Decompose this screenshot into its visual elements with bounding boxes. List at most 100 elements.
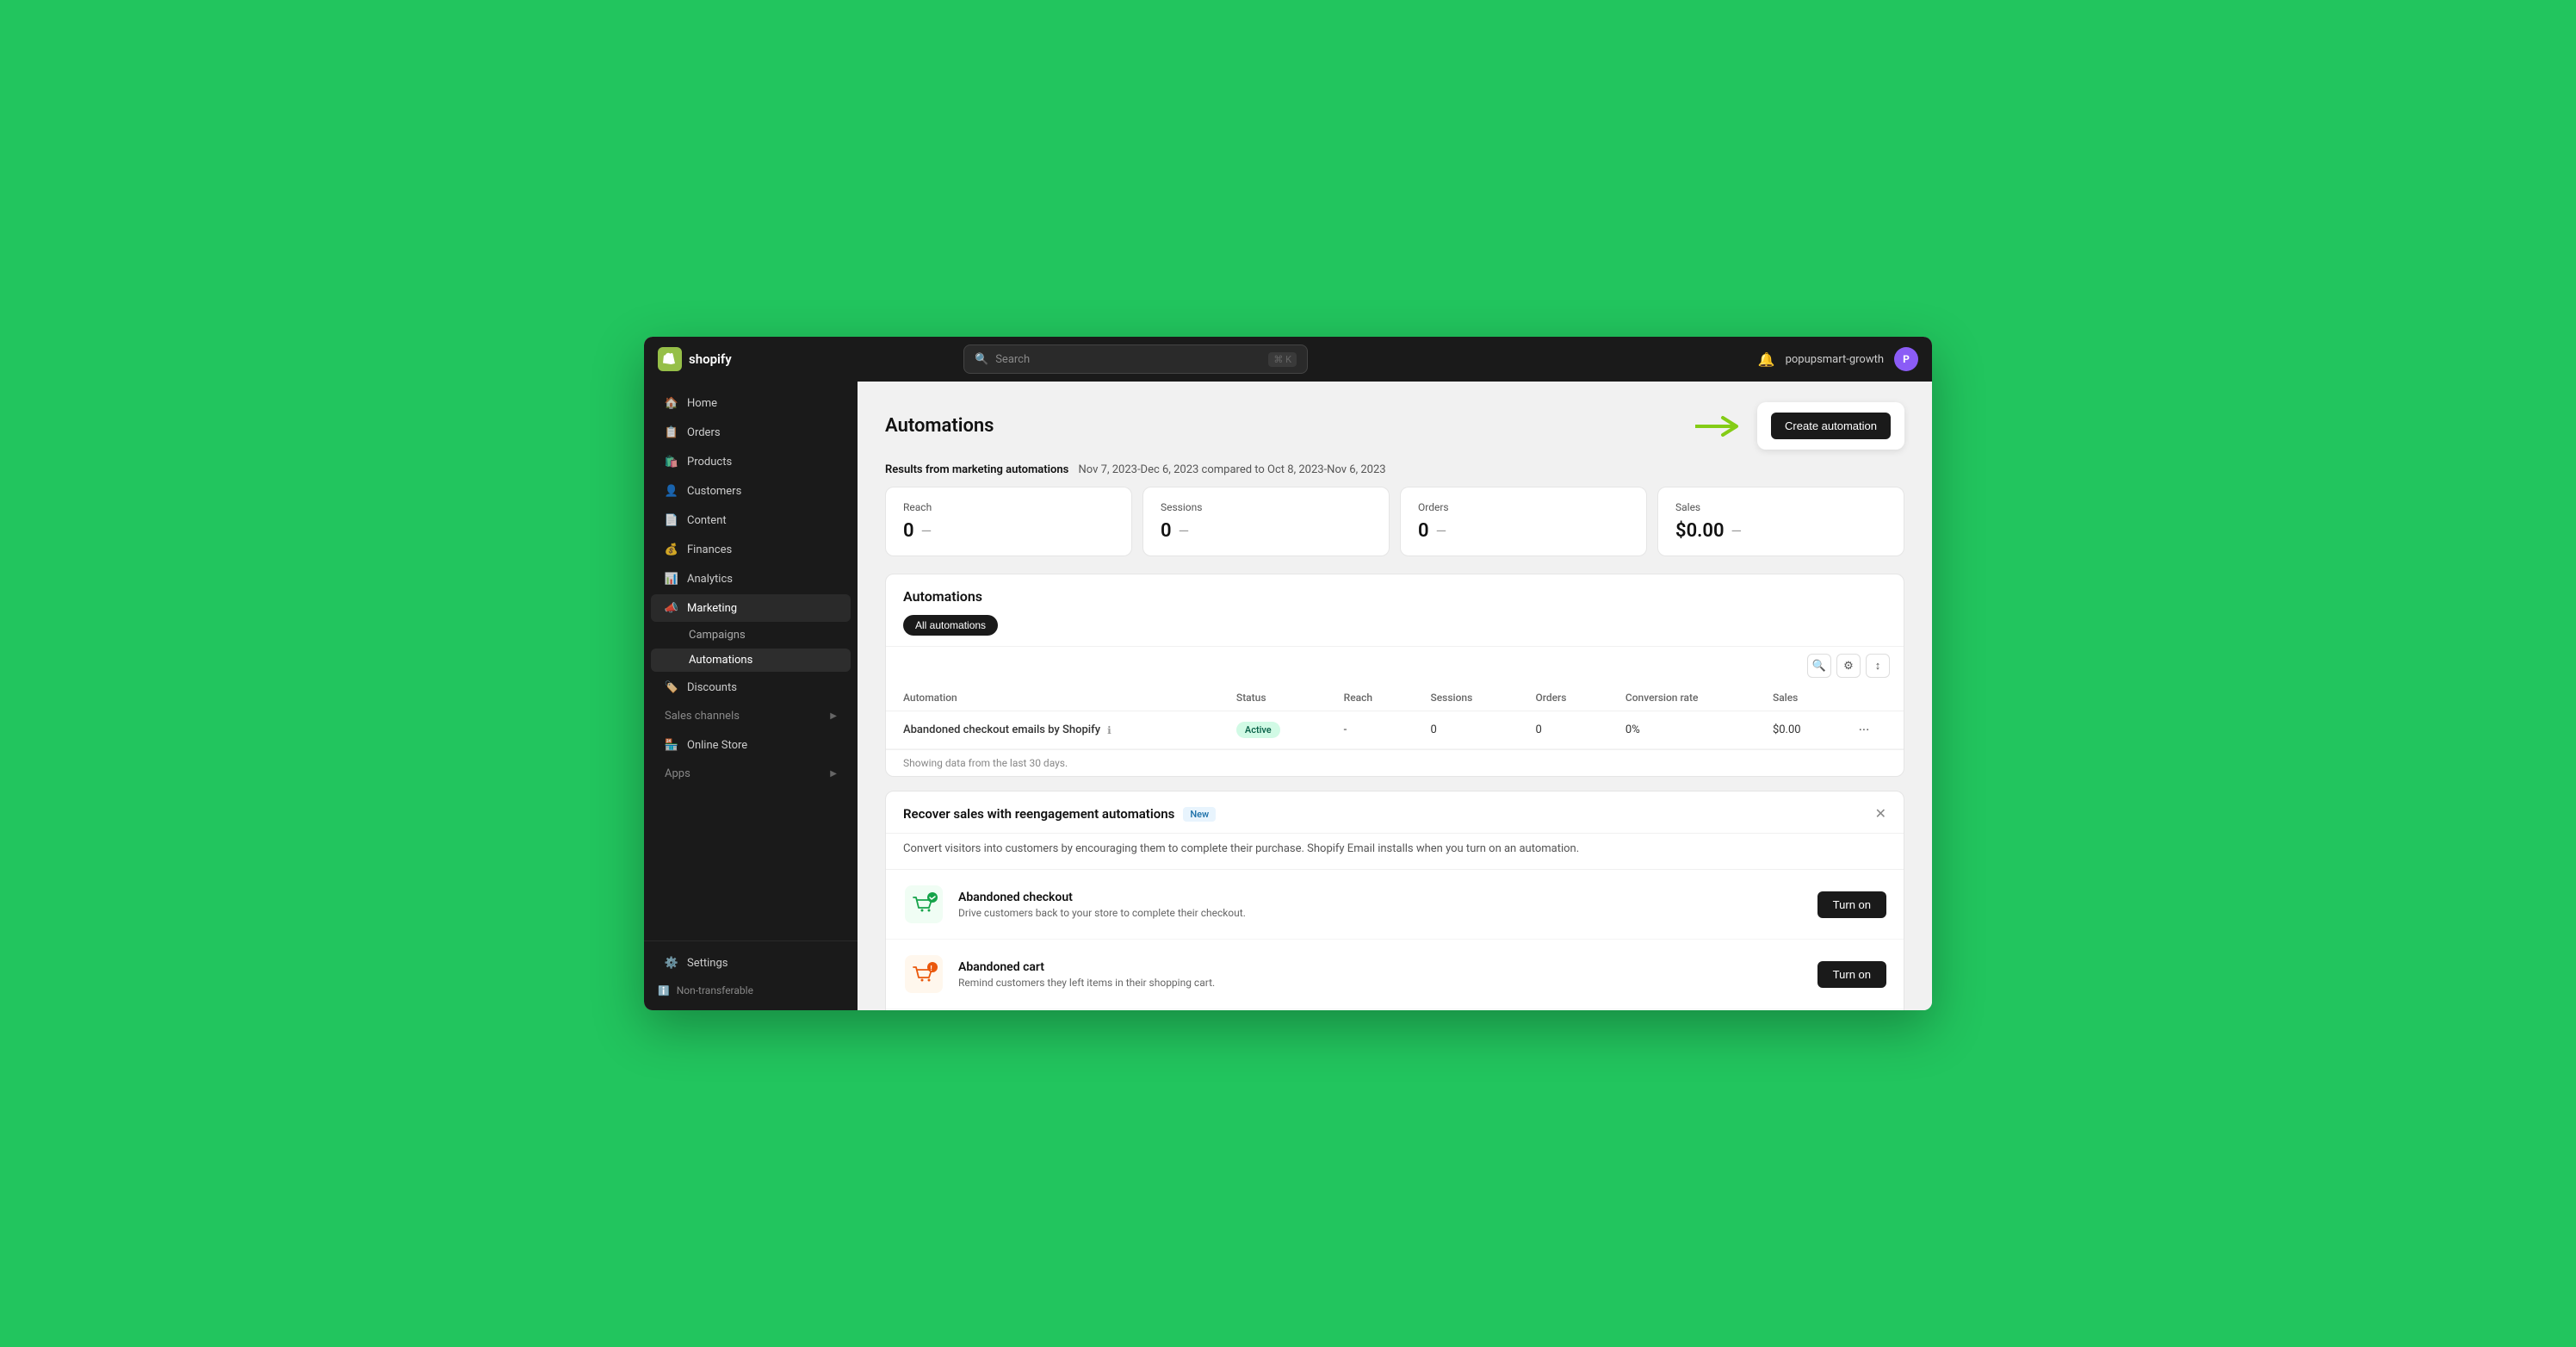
recovery-title-text: Recover sales with reengagement automati… (903, 806, 1174, 822)
create-automation-button[interactable]: Create automation (1771, 413, 1891, 439)
sidebar-item-home[interactable]: 🏠 Home (651, 389, 851, 417)
store-name: popupsmart-growth (1786, 353, 1884, 366)
search-box[interactable]: 🔍 Search ⌘ K (963, 345, 1308, 374)
sidebar-item-customers[interactable]: 👤 Customers (651, 477, 851, 505)
turn-on-checkout-button[interactable]: Turn on (1817, 891, 1886, 918)
sidebar-item-content[interactable]: 📄 Content (651, 506, 851, 534)
sidebar-item-marketing[interactable]: 📣 Marketing (651, 594, 851, 622)
sidebar-item-campaigns[interactable]: Campaigns (651, 624, 851, 647)
non-transferable: ℹ️ Non-transferable (644, 978, 858, 1003)
automation-row-cart: ! Abandoned cart Remind customers they l… (886, 940, 1904, 1009)
main-layout: 🏠 Home 📋 Orders 🛍️ Products 👤 Customers … (644, 382, 1932, 1010)
checkout-icon (903, 884, 944, 925)
sidebar-item-settings[interactable]: ⚙️ Settings (651, 949, 851, 977)
settings-label: Settings (687, 957, 728, 970)
stat-value-sales: $0.00 — (1675, 520, 1886, 542)
bell-icon[interactable]: 🔔 (1758, 351, 1775, 368)
arrow-indicator (1695, 413, 1747, 439)
close-recovery-button[interactable]: ✕ (1875, 805, 1886, 822)
col-automation: Automation (886, 685, 1219, 711)
conversion-rate-cell: 0% (1608, 711, 1756, 749)
sales-channels-section[interactable]: Sales channels ▶ (651, 703, 851, 729)
reach-cell: - (1327, 711, 1414, 749)
automations-label: Automations (689, 654, 752, 667)
orders-icon: 📋 (665, 425, 678, 439)
topbar-right: 🔔 popupsmart-growth P (1758, 347, 1918, 371)
table-footer: Showing data from the last 30 days. (886, 749, 1904, 776)
sort-table-button[interactable]: ↕ (1866, 654, 1890, 678)
sidebar-item-label: Finances (687, 543, 732, 556)
stats-grid: Reach 0 — Sessions 0 — Orders (885, 487, 1904, 556)
sidebar-item-label: Analytics (687, 573, 733, 586)
stat-card-sales: Sales $0.00 — (1657, 487, 1904, 556)
checkout-title: Abandoned checkout (958, 891, 1804, 904)
stat-label-sessions: Sessions (1161, 501, 1372, 513)
search-table-button[interactable]: 🔍 (1807, 654, 1831, 678)
logo[interactable]: shopify (658, 347, 732, 371)
col-conversion-rate: Conversion rate (1608, 685, 1756, 711)
avatar[interactable]: P (1894, 347, 1918, 371)
col-sales: Sales (1756, 685, 1842, 711)
svg-text:!: ! (931, 965, 932, 972)
automation-row-checkout: Abandoned checkout Drive customers back … (886, 870, 1904, 940)
more-options-button[interactable]: ··· (1859, 722, 1870, 738)
orders-cell: 0 (1518, 711, 1607, 749)
turn-on-cart-button[interactable]: Turn on (1817, 961, 1886, 988)
all-automations-tab[interactable]: All automations (903, 615, 998, 636)
search-label: Search (995, 353, 1261, 366)
sidebar-item-discounts[interactable]: 🏷️ Discounts (651, 674, 851, 701)
results-date: Nov 7, 2023-Dec 6, 2023 compared to Oct … (1079, 463, 1386, 476)
chevron-icon: ▶ (830, 711, 837, 721)
sidebar-item-label: Products (687, 456, 732, 469)
new-badge: New (1183, 807, 1216, 822)
sidebar-item-orders[interactable]: 📋 Orders (651, 419, 851, 446)
filter-tabs: All automations (903, 615, 1886, 636)
sidebar-item-analytics[interactable]: 📊 Analytics (651, 565, 851, 593)
automations-table: Automation Status Reach Sessions Orders … (886, 685, 1904, 749)
create-btn-wrapper: Create automation (1757, 402, 1904, 450)
cart-text: Abandoned cart Remind customers they lef… (958, 960, 1804, 989)
settings-icon: ⚙️ (665, 956, 678, 970)
cart-icon: ! (903, 953, 944, 995)
non-transferable-icon: ℹ️ (658, 985, 670, 996)
results-label: Results from marketing automations Nov 7… (885, 463, 1904, 476)
sidebar-bottom: ⚙️ Settings ℹ️ Non-transferable (644, 940, 858, 1003)
sales-channels-label: Sales channels (665, 710, 740, 723)
home-icon: 🏠 (665, 396, 678, 410)
stat-label-sales: Sales (1675, 501, 1886, 513)
campaigns-label: Campaigns (689, 629, 746, 642)
logo-icon (658, 347, 682, 371)
stat-card-reach: Reach 0 — (885, 487, 1132, 556)
stat-card-orders: Orders 0 — (1400, 487, 1647, 556)
sidebar-item-products[interactable]: 🛍️ Products (651, 448, 851, 475)
sidebar-item-label: Marketing (687, 602, 737, 615)
automation-name: Abandoned checkout emails by Shopify ℹ (903, 723, 1202, 736)
stat-value-orders: 0 — (1418, 520, 1629, 542)
recovery-title: Recover sales with reengagement automati… (903, 806, 1216, 822)
filter-table-button[interactable]: ⚙ (1836, 654, 1861, 678)
cart-desc: Remind customers they left items in thei… (958, 977, 1804, 989)
automations-section: Automations All automations 🔍 ⚙ ↕ Automa… (885, 574, 1904, 777)
sidebar-item-label: Orders (687, 426, 721, 439)
analytics-icon: 📊 (665, 572, 678, 586)
marketing-icon: 📣 (665, 601, 678, 615)
sidebar-item-label: Discounts (687, 681, 737, 694)
info-icon[interactable]: ℹ (1107, 724, 1112, 736)
search-icon: 🔍 (975, 353, 988, 366)
col-orders: Orders (1518, 685, 1607, 711)
recovery-header: Recover sales with reengagement automati… (886, 791, 1904, 834)
header-right: Create automation (1695, 402, 1904, 450)
page-header: Automations Create automation (885, 402, 1904, 450)
sidebar-item-automations[interactable]: Automations (651, 649, 851, 672)
stat-label-reach: Reach (903, 501, 1114, 513)
sidebar-item-online-store[interactable]: 🏪 Online Store (651, 731, 851, 759)
logo-text: shopify (689, 351, 732, 367)
sidebar-item-finances[interactable]: 💰 Finances (651, 536, 851, 563)
checkout-desc: Drive customers back to your store to co… (958, 907, 1804, 919)
search-shortcut: ⌘ K (1268, 352, 1297, 367)
online-store-icon: 🏪 (665, 738, 678, 752)
apps-section[interactable]: Apps ▶ (651, 760, 851, 787)
customers-icon: 👤 (665, 484, 678, 498)
results-label-text: Results from marketing automations (885, 463, 1068, 476)
discounts-icon: 🏷️ (665, 680, 678, 694)
